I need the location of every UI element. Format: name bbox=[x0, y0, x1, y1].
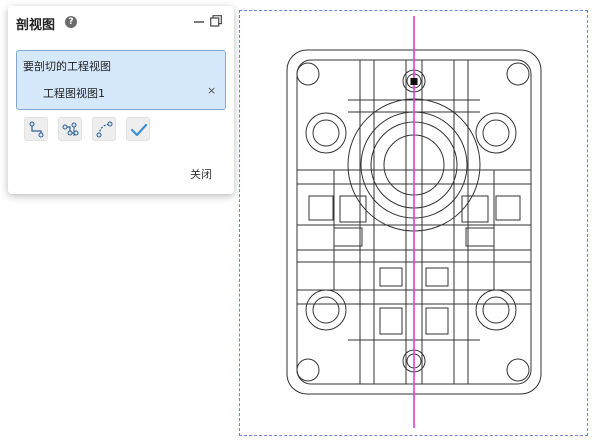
section-arc-button[interactable] bbox=[92, 117, 116, 141]
corner-hole-br bbox=[506, 358, 530, 382]
view-selection-box[interactable]: 要剖切的工程视图 工程图视图1 × bbox=[16, 50, 226, 110]
close-button[interactable]: 关闭 bbox=[190, 166, 212, 182]
section-view-panel: 剖视图 ? 要剖切的工程视图 工程图视图1 × 关闭 bbox=[8, 6, 234, 194]
selection-label: 要剖切的工程视图 bbox=[23, 60, 111, 73]
minimize-icon[interactable] bbox=[194, 14, 204, 28]
corner-hole-tl bbox=[296, 62, 320, 86]
section-multi-point-button[interactable] bbox=[58, 117, 82, 141]
remove-selection-button[interactable]: × bbox=[207, 84, 216, 97]
help-icon[interactable]: ? bbox=[65, 16, 77, 28]
panel-header: 剖视图 ? bbox=[8, 6, 234, 38]
panel-title: 剖视图 bbox=[16, 18, 56, 33]
selected-view-item[interactable]: 工程图视图1 bbox=[43, 85, 105, 101]
section-line-point-button[interactable] bbox=[24, 117, 48, 141]
section-line-point-icon bbox=[29, 121, 44, 138]
confirm-button[interactable] bbox=[126, 117, 150, 141]
restore-icon[interactable] bbox=[210, 15, 222, 27]
confirm-check-icon bbox=[130, 123, 148, 137]
section-arc-icon bbox=[96, 121, 113, 138]
corner-hole-bl bbox=[296, 358, 320, 382]
section-multi-point-icon bbox=[62, 122, 79, 136]
section-point-marker bbox=[410, 78, 418, 85]
corner-hole-tr bbox=[506, 62, 530, 86]
